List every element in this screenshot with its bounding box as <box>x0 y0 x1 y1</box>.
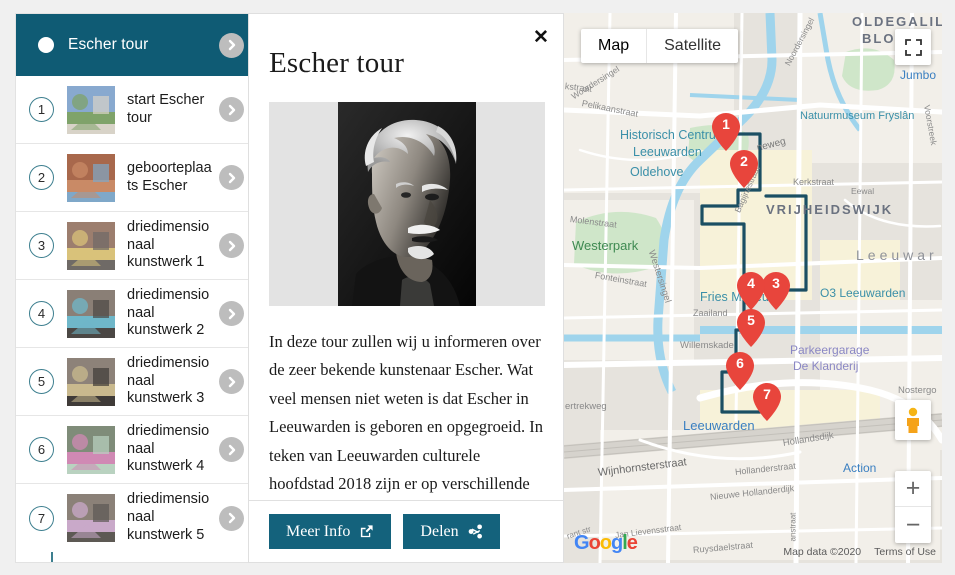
stop-number-badge: 1 <box>29 97 54 122</box>
street-view-pegman-icon[interactable] <box>895 400 931 440</box>
tour-header-title: Escher tour <box>68 36 149 53</box>
share-label: Delen <box>420 522 459 540</box>
detail-body-text: In deze tour zullen wij u informeren ove… <box>269 332 543 493</box>
stop-label: driedimensionaal kunstwerk 4 <box>127 422 210 475</box>
tour-stop-1[interactable]: 1 start Escher tour <box>16 76 254 144</box>
map-attribution-item[interactable]: Terms of Use <box>874 546 936 558</box>
stop-thumbnail <box>67 153 115 202</box>
tour-stop-6[interactable]: 6 driedimensionaal kunstwerk 4 <box>16 416 254 484</box>
google-logo-letter: o <box>588 532 601 554</box>
zoom-in-button[interactable]: + <box>895 471 931 507</box>
marker-number: 1 <box>722 116 730 132</box>
chevron-right-icon[interactable] <box>219 505 244 531</box>
google-logo-letter: G <box>574 532 590 554</box>
stop-thumbnail <box>67 425 115 474</box>
marker-number: 3 <box>772 275 780 291</box>
map-marker-1[interactable]: 1 <box>712 113 740 151</box>
stop-label: driedimensionaal kunstwerk 1 <box>127 218 210 271</box>
google-logo-letter: g <box>611 532 623 554</box>
chevron-right-icon[interactable] <box>219 165 244 190</box>
tour-header[interactable]: Escher tour <box>16 14 254 76</box>
marker-number: 2 <box>740 153 748 169</box>
map-marker-5[interactable]: 5 <box>737 309 765 347</box>
google-logo-letter: e <box>626 532 638 554</box>
marker-number: 4 <box>747 275 755 291</box>
more-info-label: Meer Info <box>286 522 351 540</box>
stop-number-badge: 6 <box>29 437 54 462</box>
map-attribution: Map data ©2020 Terms of Use <box>783 546 936 558</box>
more-info-button[interactable]: Meer Info <box>269 514 392 549</box>
close-icon[interactable]: ✕ <box>532 28 550 47</box>
stop-thumbnail <box>67 85 115 134</box>
fullscreen-icon[interactable] <box>895 29 931 65</box>
chevron-right-icon[interactable] <box>219 233 244 258</box>
share-icon <box>468 524 483 539</box>
stop-number-badge: 3 <box>29 233 54 258</box>
tour-stop-7[interactable]: 7 driedimensionaal kunstwerk 5 <box>16 484 254 552</box>
chevron-right-icon[interactable] <box>219 369 244 394</box>
tour-stop-5[interactable]: 5 driedimensionaal kunstwerk 3 <box>16 348 254 416</box>
google-map[interactable]: OLDEGALIL BLOE Jumbo Noordersingel Natuurmus… <box>564 13 942 563</box>
chevron-right-icon[interactable] <box>219 437 244 462</box>
escher-portrait-image <box>269 102 545 306</box>
tour-sidebar: Escher tour 1 start Escher tour 2 geboortep… <box>15 13 255 563</box>
stop-label: driedimensionaal kunstwerk 5 <box>127 491 210 543</box>
stop-label: start Escher tour <box>127 91 205 126</box>
map-marker-3[interactable]: 3 <box>762 272 790 310</box>
map-type-map[interactable]: Map <box>581 29 646 63</box>
tour-stop-3[interactable]: 3 driedimensionaal kunstwerk 1 <box>16 212 254 280</box>
page-title: Escher tour <box>269 47 405 79</box>
stop-number-badge: 5 <box>29 369 54 394</box>
map-marker-2[interactable]: 2 <box>730 150 758 188</box>
detail-scroll-area[interactable]: Escher tour In deze tour zullen wij u in… <box>249 14 563 500</box>
stop-thumbnail <box>67 221 115 270</box>
stop-thumbnail <box>67 357 115 406</box>
stop-label: driedimensionaal kunstwerk 2 <box>127 286 210 339</box>
stop-thumbnail <box>67 494 115 542</box>
stop-thumbnail <box>67 289 115 338</box>
google-logo-letter: o <box>599 532 612 554</box>
current-stop-dot-icon <box>38 37 54 53</box>
stop-number-badge: 7 <box>29 505 54 531</box>
tour-stop-4[interactable]: 4 driedimensionaal kunstwerk 2 <box>16 280 254 348</box>
tour-stop-list: 1 start Escher tour 2 geboorteplaats Escher… <box>16 76 254 552</box>
map-type-toggle[interactable]: Map Satellite <box>581 29 739 63</box>
map-type-satellite[interactable]: Satellite <box>646 29 738 63</box>
google-logo[interactable]: Google <box>574 532 638 555</box>
tour-stop-2[interactable]: 2 geboorteplaats Escher <box>16 144 254 212</box>
map-marker-7[interactable]: 7 <box>753 383 781 421</box>
chevron-right-icon[interactable] <box>219 301 244 326</box>
map-marker-6[interactable]: 6 <box>726 352 754 390</box>
marker-number: 6 <box>736 355 744 371</box>
map-zoom-controls[interactable]: + − <box>895 471 931 543</box>
chevron-right-icon[interactable] <box>219 97 244 122</box>
zoom-out-button[interactable]: − <box>895 507 931 543</box>
app-root: Escher tour 1 start Escher tour 2 geboortep… <box>0 0 955 575</box>
chevron-right-icon[interactable] <box>219 32 244 58</box>
stop-label: geboorteplaats Escher <box>127 159 212 194</box>
share-button[interactable]: Delen <box>403 514 500 549</box>
map-attribution-item[interactable]: Map data ©2020 <box>783 546 861 558</box>
external-link-icon <box>359 524 374 539</box>
marker-number: 5 <box>747 312 755 328</box>
stop-number-badge: 4 <box>29 301 54 326</box>
detail-action-bar: Meer Info Delen <box>249 500 563 562</box>
tour-detail-panel: ✕ Escher tour In deze tour zullen wij u … <box>248 13 564 563</box>
marker-number: 7 <box>763 386 771 402</box>
map-marker-4[interactable]: 4 <box>737 272 765 310</box>
stop-number-badge: 2 <box>29 165 54 190</box>
stop-label: driedimensionaal kunstwerk 3 <box>127 354 210 407</box>
